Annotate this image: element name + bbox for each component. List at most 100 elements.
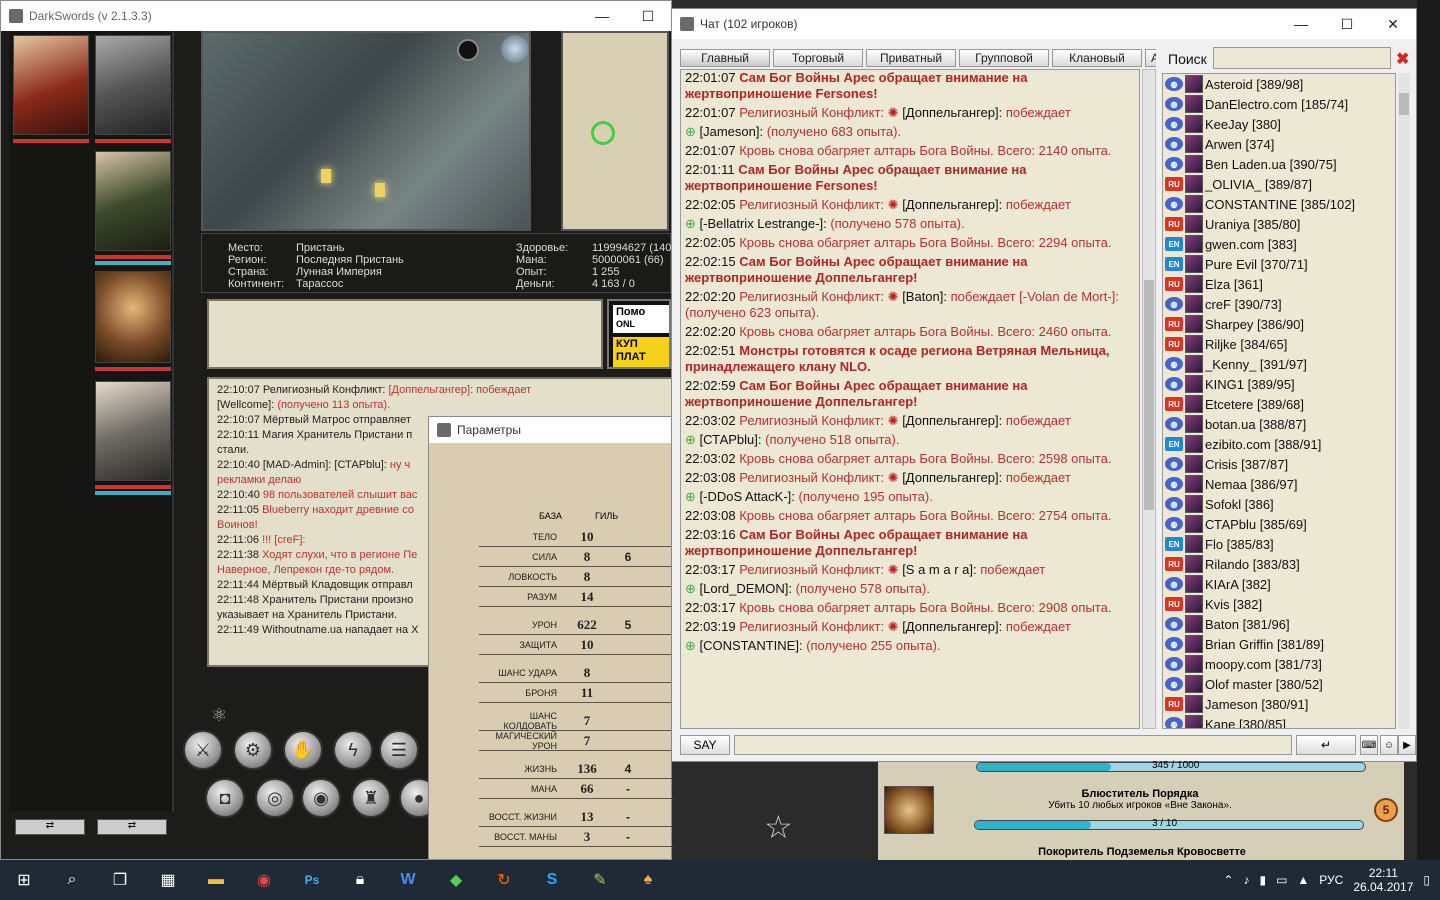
- player-list-item[interactable]: ◍ Asteroid [389/98]: [1163, 74, 1395, 94]
- player-list-item[interactable]: RU Rilando [383/83]: [1163, 554, 1395, 574]
- player-list-item[interactable]: RU _OLIVIA_ [389/87]: [1163, 174, 1395, 194]
- tab-4[interactable]: Клановый: [1052, 49, 1142, 67]
- player-list-item[interactable]: ◍ botan.ua [388/87]: [1163, 414, 1395, 434]
- help-online-badge[interactable]: Помо ONL: [613, 305, 669, 333]
- party-switch-button[interactable]: ⇄: [15, 819, 85, 835]
- player-name[interactable]: [СТАРblu]:: [700, 432, 762, 447]
- minimize-button[interactable]: —: [579, 1, 625, 31]
- drive-icon[interactable]: ▲: [1297, 873, 1309, 887]
- lightning-action-button[interactable]: ϟ: [333, 730, 373, 770]
- hand-action-button[interactable]: ✋: [283, 730, 323, 770]
- player-list-item[interactable]: ◍ Brian Griffin [381/89]: [1163, 634, 1395, 654]
- map-action-button[interactable]: ◎: [255, 778, 295, 818]
- player-list-item[interactable]: RU Uraniya [385/80]: [1163, 214, 1395, 234]
- player-list-item[interactable]: ◍ Arwen [374]: [1163, 134, 1395, 154]
- player-list-item[interactable]: ◍ creF [390/73]: [1163, 294, 1395, 314]
- player-name[interactable]: [Lord_DEMON]:: [700, 581, 792, 596]
- chat-scrollbar[interactable]: [1142, 69, 1156, 729]
- explorer-app[interactable]: ▬: [192, 860, 240, 900]
- network-icon[interactable]: ▮: [1259, 873, 1266, 887]
- say-button[interactable]: SAY: [680, 735, 730, 755]
- player-list-item[interactable]: ◍ CONSTANTINE [385/102]: [1163, 194, 1395, 214]
- player-name[interactable]: [-Bellatrix Lestrange-]:: [700, 216, 827, 231]
- tab-2[interactable]: Приватный: [866, 49, 956, 67]
- player-list-item[interactable]: ◍ KING1 [389/95]: [1163, 374, 1395, 394]
- keyboard-button[interactable]: ⌨: [1360, 735, 1378, 755]
- maximize-button[interactable]: ☐: [1324, 9, 1370, 39]
- player-list-item[interactable]: ◍ Olof master [380/52]: [1163, 674, 1395, 694]
- player-name[interactable]: [Доппельгангер]:: [902, 619, 1002, 634]
- clock[interactable]: 22:11 26.04.2017: [1353, 866, 1413, 894]
- refresh-app[interactable]: ↻: [480, 860, 528, 900]
- player-list-item[interactable]: ◍ KIArA [382]: [1163, 574, 1395, 594]
- chrome-app[interactable]: ◉: [240, 860, 288, 900]
- player-name[interactable]: [-DDoS AttacK-]:: [700, 489, 795, 504]
- close-button[interactable]: ✕: [1370, 9, 1416, 39]
- player-list-item[interactable]: ◍ KeeJay [380]: [1163, 114, 1395, 134]
- player-list-scrollbar[interactable]: [1398, 73, 1410, 729]
- quest2[interactable]: Блюститель Порядка Убить 10 любых игроко…: [880, 784, 1404, 836]
- player-list-item[interactable]: ◍ DanElectro.com [185/74]: [1163, 94, 1395, 114]
- player-list-item[interactable]: ◍ Sofokl [386]: [1163, 494, 1395, 514]
- player-name[interactable]: [Baton]:: [902, 289, 947, 304]
- player-list-item[interactable]: RU Jameson [380/91]: [1163, 694, 1395, 714]
- start-button[interactable]: ⊞: [0, 860, 48, 900]
- player-list-item[interactable]: RU Sharpey [386/90]: [1163, 314, 1395, 334]
- gear-action-button[interactable]: ⚙: [233, 730, 273, 770]
- party-switch-button[interactable]: ⇄: [97, 819, 167, 835]
- chat-messages[interactable]: 22:01:07 Сам Бог Войны Арес обращает вни…: [680, 69, 1140, 729]
- player-name[interactable]: [CONSTANTINE]:: [700, 638, 803, 653]
- shop-panel[interactable]: Помо ONL КУП ПЛАТ: [607, 299, 671, 369]
- notepad-app[interactable]: ✎: [576, 860, 624, 900]
- player-list-item[interactable]: ◍ _Kenny_ [391/97]: [1163, 354, 1395, 374]
- scroll-thumb[interactable]: [1399, 93, 1409, 115]
- darkswords-app[interactable]: ♠: [624, 860, 672, 900]
- scroll-thumb[interactable]: [1144, 280, 1154, 510]
- chevron-up-icon[interactable]: ⌃: [1223, 873, 1233, 887]
- book-action-button[interactable]: ☰: [379, 730, 419, 770]
- message-input[interactable]: [734, 735, 1292, 755]
- battery-icon[interactable]: ▭: [1276, 873, 1287, 887]
- player-name[interactable]: [Доппельгангер]:: [902, 105, 1002, 120]
- search-button[interactable]: ⌕: [48, 860, 96, 900]
- evernote-app[interactable]: ◆: [432, 860, 480, 900]
- photoshop-app[interactable]: Ps: [288, 860, 336, 900]
- player-list-item[interactable]: RU Riljke [384/65]: [1163, 334, 1395, 354]
- player-name[interactable]: [Доппельгангер]:: [902, 470, 1002, 485]
- tab-3[interactable]: Групповой: [959, 49, 1049, 67]
- minimap[interactable]: [561, 31, 669, 231]
- compass-icon[interactable]: [501, 35, 529, 63]
- clear-search-icon[interactable]: ✖: [1396, 49, 1409, 69]
- game-viewport[interactable]: [201, 31, 531, 231]
- skype-app[interactable]: S: [528, 860, 576, 900]
- player-list-item[interactable]: ◍ Baton [381/96]: [1163, 614, 1395, 634]
- player-list-item[interactable]: ◍ Ben Laden.ua [390/75]: [1163, 154, 1395, 174]
- bag-action-button[interactable]: ◘: [205, 778, 245, 818]
- maximize-button[interactable]: ☐: [625, 1, 671, 31]
- expand-button[interactable]: ▶: [1398, 735, 1416, 755]
- minimize-button[interactable]: —: [1278, 9, 1324, 39]
- tab-0[interactable]: Главный: [680, 49, 770, 67]
- portrait-elf-mage[interactable]: [95, 381, 171, 481]
- word-app[interactable]: W: [384, 860, 432, 900]
- notifications-icon[interactable]: ▯: [1423, 873, 1430, 887]
- player-list-item[interactable]: ◍ moopy.com [381/73]: [1163, 654, 1395, 674]
- player-list-item[interactable]: RU Elza [361]: [1163, 274, 1395, 294]
- star-icon[interactable]: ☆: [764, 808, 793, 846]
- player-list-item[interactable]: RU Etcetere [389/68]: [1163, 394, 1395, 414]
- language-indicator[interactable]: РУС: [1319, 873, 1343, 887]
- tab-1[interactable]: Торговый: [773, 49, 863, 67]
- tab-5[interactable]: А: [1145, 49, 1156, 67]
- send-button[interactable]: ↵: [1296, 735, 1356, 755]
- volume-icon[interactable]: ♪: [1243, 873, 1249, 887]
- task-view-button[interactable]: ❐: [96, 860, 144, 900]
- player-list-item[interactable]: ◍ Crisis [387/87]: [1163, 454, 1395, 474]
- player-name[interactable]: [Jameson]:: [700, 124, 764, 139]
- portrait-elf-ranger[interactable]: [95, 151, 171, 251]
- player-list-item[interactable]: EN gwen.com [383]: [1163, 234, 1395, 254]
- player-list-item[interactable]: ◍ Nemaa [386/97]: [1163, 474, 1395, 494]
- sword-action-button[interactable]: ⚔: [183, 730, 223, 770]
- player-name[interactable]: [Доппельгангер]:: [902, 197, 1002, 212]
- eye-action-button[interactable]: ◉: [301, 778, 341, 818]
- portrait-monkey[interactable]: [95, 271, 171, 363]
